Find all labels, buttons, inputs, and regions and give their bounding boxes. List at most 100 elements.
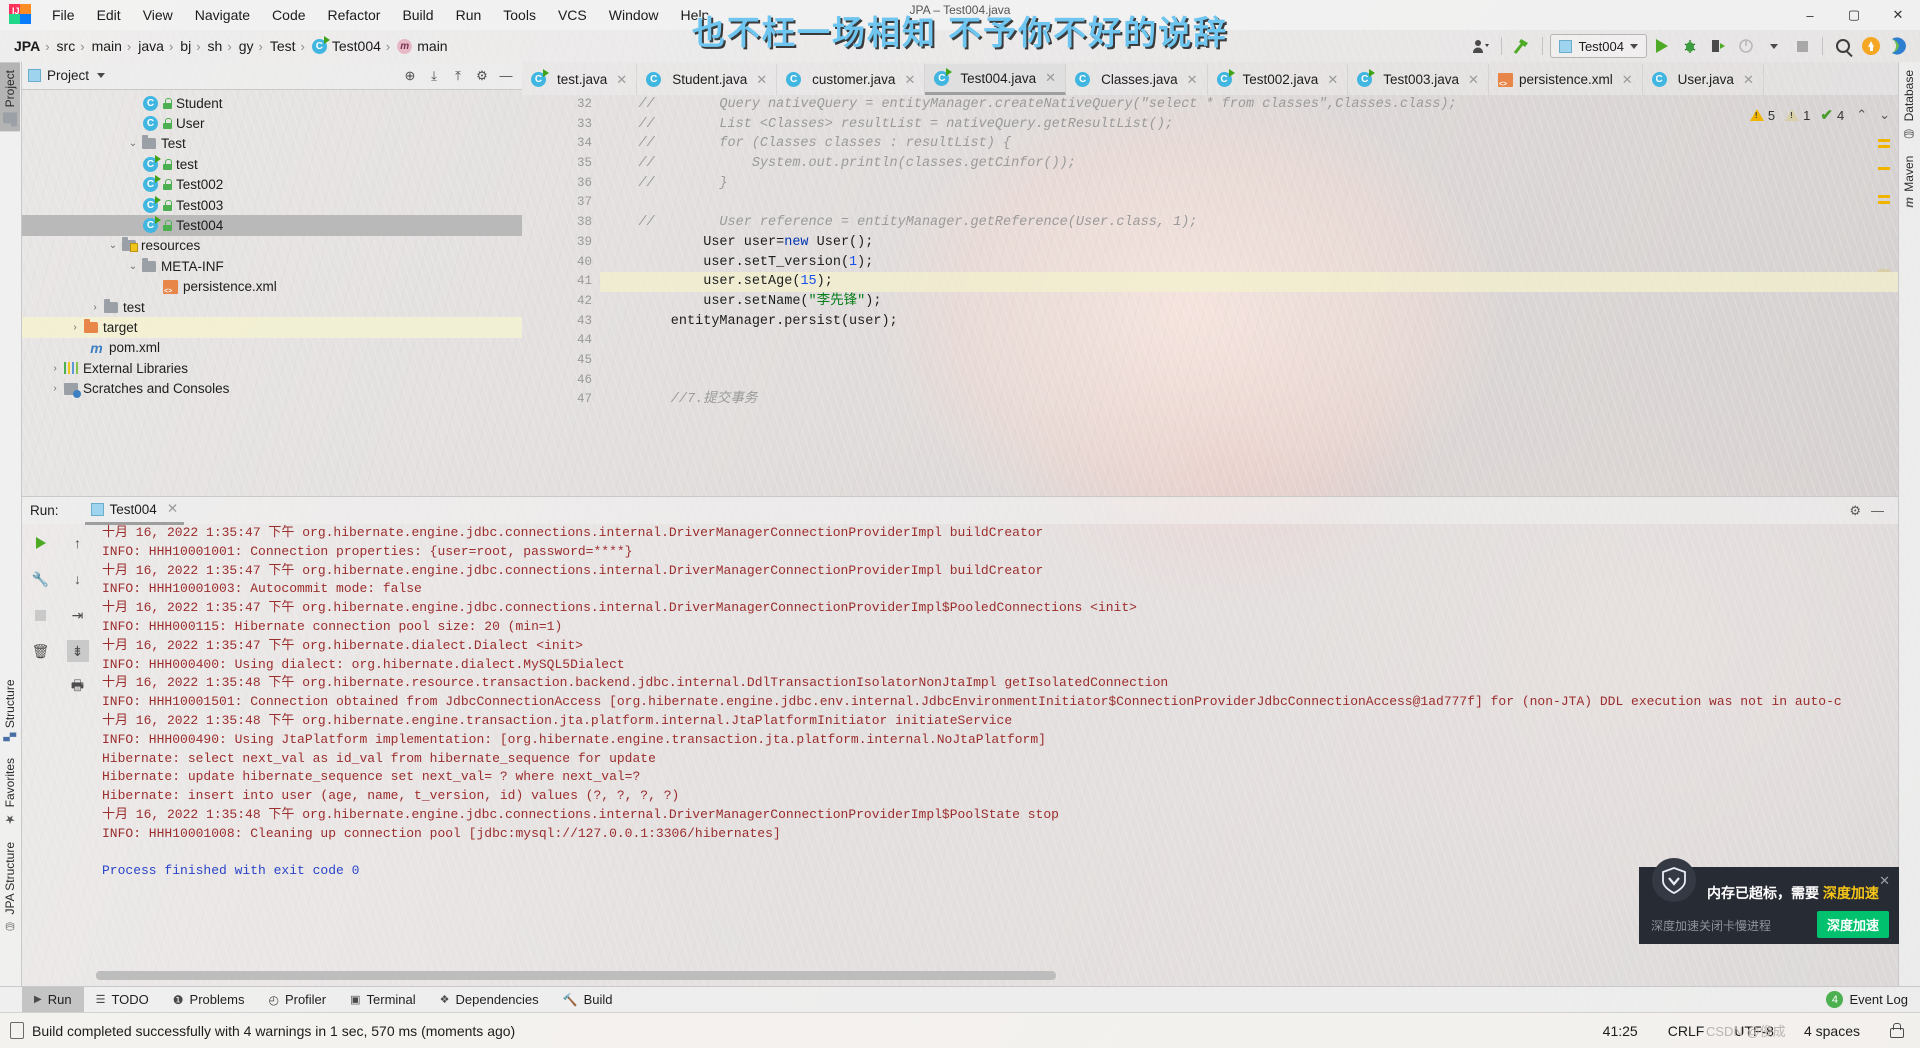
code-line[interactable]: //7.提交事务 [600,390,1898,410]
chevron-down-icon[interactable] [97,73,106,78]
search-everywhere-button[interactable] [1830,33,1856,59]
tree-item-test-folder[interactable]: › test [22,297,522,317]
breadcrumb-test004[interactable]: C Test004 [308,35,383,54]
code-line[interactable]: // User reference = entityManager.getRef… [600,213,1898,233]
bottom-tab-build[interactable]: 🔨 Build [551,987,625,1013]
tab-test003-java[interactable]: C Test003.java ✕ [1348,64,1489,95]
prev-problem-icon[interactable]: ⌃ [1856,107,1867,123]
chevron-right-icon[interactable]: › [68,322,82,333]
run-button[interactable] [1649,33,1675,59]
tree-item-resources[interactable]: ⌄ resources [22,236,522,256]
menu-tools[interactable]: Tools [492,4,547,26]
code-line[interactable]: // for (Classes classes : resultList) { [600,134,1898,154]
hide-panel-icon[interactable]: — [496,66,516,86]
up-icon[interactable]: ↑ [67,532,89,554]
event-log-button[interactable]: 4 Event Log [1826,991,1920,1008]
close-icon[interactable]: ✕ [1622,72,1633,88]
breadcrumb-test[interactable]: Test [266,38,298,54]
collapse-all-icon[interactable]: ⤒ [448,66,468,86]
next-problem-icon[interactable]: ⌄ [1879,107,1890,123]
run-configuration-selector[interactable]: Test004 [1550,34,1647,58]
chevron-down-icon[interactable]: ⌄ [126,261,140,272]
code-editor[interactable]: 32 33 34 35 36 37 38 39 40 41 42 43 44 4… [522,95,1898,496]
code-line[interactable]: // Query nativeQuery = entityManager.cre… [600,95,1898,115]
code-line[interactable]: // } [600,174,1898,194]
tree-item-scratches-and-consoles[interactable]: › Scratches and Consoles [22,378,522,398]
stop-button[interactable] [1789,33,1815,59]
rerun-icon[interactable] [30,532,52,554]
bottom-tab-problems[interactable]: ❶ Problems [161,987,257,1013]
close-icon[interactable]: ✕ [756,72,767,88]
tree-item-meta-inf[interactable]: ⌄ META-INF [22,256,522,276]
editor-scrollbar[interactable] [1878,95,1890,496]
code-line[interactable]: user.setName("李先锋"); [600,292,1898,312]
code-line[interactable]: // System.out.println(classes.getCinfor(… [600,154,1898,174]
breadcrumb-sh[interactable]: sh [204,38,225,54]
tree-item-test-class[interactable]: C test [22,154,522,174]
build-hammer-icon[interactable] [1509,33,1535,59]
tab-test002-java[interactable]: C Test002.java ✕ [1208,64,1349,95]
breadcrumb-bj[interactable]: bj [176,38,193,54]
user-dropdown-icon[interactable] [1468,33,1494,59]
breadcrumb-method-main[interactable]: m main [393,38,449,54]
stop-icon[interactable] [30,604,52,626]
tree-item-target[interactable]: › target [22,317,522,338]
breadcrumb-gy[interactable]: gy [235,38,256,54]
code-line[interactable] [600,351,1898,371]
console-output[interactable]: 十月 16, 2022 1:35:47 下午 org.hibernate.eng… [96,524,1898,964]
settings-wrench-icon[interactable]: 🔧 [30,568,52,590]
menu-navigate[interactable]: Navigate [184,4,261,26]
sidebar-item-database[interactable]: ⛁ Database [1899,62,1919,148]
run-tab-test004[interactable]: Test004 ✕ [84,497,185,525]
code-line[interactable] [600,331,1898,351]
bottom-tab-todo[interactable]: ☰ TODO [84,987,161,1013]
chevron-down-icon[interactable]: ⌄ [126,138,140,149]
close-icon[interactable]: ✕ [167,501,178,517]
run-with-coverage-button[interactable] [1705,33,1731,59]
breadcrumb-src[interactable]: src [53,38,78,54]
line-separator[interactable]: CRLF [1668,1023,1705,1039]
menu-vcs[interactable]: VCS [547,4,598,26]
tab-user-java[interactable]: C User.java ✕ [1643,64,1764,95]
breadcrumb-jpa[interactable]: JPA [10,38,42,54]
code-line[interactable] [600,193,1898,213]
menu-file[interactable]: File [41,4,86,26]
code-line[interactable]: // List <Classes> resultList = nativeQue… [600,115,1898,135]
update-project-button[interactable] [1858,33,1884,59]
settings-gear-icon[interactable]: ⚙ [1849,503,1861,519]
close-icon[interactable]: ✕ [616,72,627,88]
locate-icon[interactable]: ⊕ [400,66,420,86]
tree-item-student[interactable]: C Student [22,93,522,113]
tab-test004-java[interactable]: C Test004.java ✕ [925,64,1067,95]
code-line[interactable] [600,371,1898,391]
maximize-button[interactable]: ▢ [1832,0,1876,30]
profile-button[interactable] [1733,33,1759,59]
sidebar-item-maven[interactable]: m Maven [1899,148,1919,216]
close-button[interactable]: ✕ [1876,0,1920,30]
sidebar-item-favorites[interactable]: ★ Favorites [0,750,20,834]
profile-dropdown-icon[interactable] [1761,33,1787,59]
read-only-lock-icon[interactable] [1890,1023,1904,1038]
tree-item-test004[interactable]: C Test004 [22,215,522,236]
settings-gear-icon[interactable]: ⚙ [472,66,492,86]
code-line[interactable]: user.setAge(15); [600,272,1898,292]
trash-icon[interactable]: 🗑 [30,640,52,662]
minimize-button[interactable]: – [1788,0,1832,30]
tab-student-java[interactable]: C Student.java ✕ [637,64,778,95]
tree-item-test003[interactable]: C Test003 [22,195,522,215]
tree-item-external-libraries[interactable]: › External Libraries [22,358,522,378]
menu-run[interactable]: Run [445,4,493,26]
expand-all-icon[interactable]: ⤓ [424,66,444,86]
tab-test-java[interactable]: C test.java ✕ [522,64,638,95]
close-icon[interactable]: ✕ [1045,70,1056,86]
tab-persistence-xml[interactable]: persistence.xml ✕ [1489,64,1643,95]
notifications-button[interactable] [1886,33,1912,59]
toast-close-icon[interactable]: ✕ [1879,873,1890,889]
scrollbar-thumb[interactable] [96,971,1056,980]
close-icon[interactable]: ✕ [1468,72,1479,88]
close-icon[interactable]: ✕ [1187,72,1198,88]
sidebar-item-jpa-structure[interactable]: ⛁ JPA Structure [0,834,20,940]
chevron-down-icon[interactable]: ⌄ [106,240,120,251]
editor-code-area[interactable]: // Query nativeQuery = entityManager.cre… [600,95,1898,496]
sidebar-item-structure[interactable]: ▚ Structure [0,671,20,749]
